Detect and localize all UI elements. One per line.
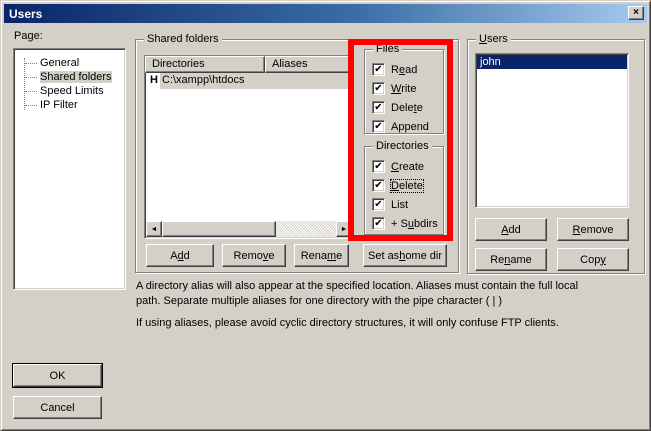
page-tree: General Shared folders Speed Limits IP Filt… [13,48,126,290]
tree-branch-icon [25,77,37,78]
user-item-john[interactable]: john [477,55,627,69]
alias-description: A directory alias will also appear at th… [136,279,648,331]
scrollbar-thumb[interactable] [162,221,276,237]
page-label: Page: [14,30,43,42]
description-line-2: path. Separate multiple aliases for one … [136,294,648,309]
directory-path: C:\xampp\htdocs [160,73,353,89]
tree-branch-icon [25,63,37,64]
home-marker: H [145,73,160,89]
page-item-label: Shared folders [40,71,112,83]
page-item-general[interactable]: General [14,56,125,70]
page-item-speed-limits[interactable]: Speed Limits [14,84,125,98]
remove-user-button[interactable]: Remove [557,218,629,241]
annotation-rectangle [348,39,453,241]
listview-header: Directories Aliases [145,56,353,73]
rename-folder-button[interactable]: Rename [294,244,349,267]
scrollbar-track[interactable] [276,221,336,237]
add-folder-button[interactable]: Add [146,244,214,267]
column-header-directories[interactable]: Directories [145,56,265,73]
horizontal-scrollbar[interactable]: ◄ ► [146,221,352,237]
column-header-aliases[interactable]: Aliases [265,56,353,73]
users-dialog: Users × Page: General Shared folders Speed… [0,0,651,431]
shared-folder-row[interactable]: H C:\xampp\htdocs [145,73,353,89]
page-item-label: General [40,57,79,69]
ok-button[interactable]: OK [13,364,102,387]
add-user-button[interactable]: Add [475,218,547,241]
users-list: john [475,53,629,208]
window-title: Users [9,7,42,21]
scroll-left-icon[interactable]: ◄ [146,221,162,237]
remove-folder-button[interactable]: Remove [222,244,286,267]
copy-user-button[interactable]: Copy [557,248,629,271]
page-item-label: Speed Limits [40,85,104,97]
page-item-shared-folders[interactable]: Shared folders [14,70,125,84]
shared-folders-group-label: Shared folders [144,33,222,45]
page-item-label: IP Filter [40,99,78,111]
shared-folders-listview: Directories Aliases H C:\xampp\htdocs ◄ … [144,55,354,239]
users-group-label: Users [476,33,511,45]
page-item-ip-filter[interactable]: IP Filter [14,98,125,112]
description-line-1: A directory alias will also appear at th… [136,279,648,294]
description-line-3: If using aliases, please avoid cyclic di… [136,316,648,331]
tree-branch-icon [25,105,37,106]
rename-user-button[interactable]: Rename [475,248,547,271]
set-as-home-dir-button[interactable]: Set as home dir [363,244,447,267]
tree-branch-icon [25,91,37,92]
close-icon[interactable]: × [628,6,644,20]
cancel-button[interactable]: Cancel [13,396,102,419]
title-bar[interactable]: Users × [4,4,647,23]
